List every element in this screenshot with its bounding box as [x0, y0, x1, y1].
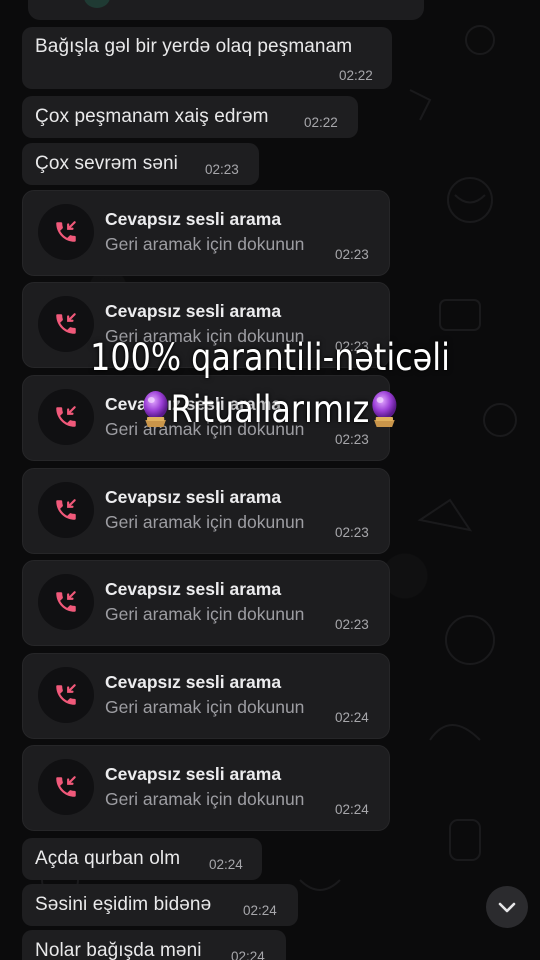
overlay-caption-line2: Rituallarımız: [38, 388, 502, 431]
message-text: Səsini eşidim bidənə: [35, 894, 212, 915]
crystal-ball-icon: [141, 390, 170, 428]
missed-call-card[interactable]: Cevapsız sesli arama Geri aramak için do…: [22, 190, 390, 276]
missed-call-subtitle: Geri aramak için dokunun: [105, 512, 305, 532]
overlay-caption-text: Rituallarımız: [170, 388, 370, 431]
missed-call-icon: [56, 499, 76, 520]
missed-call-title: Cevapsız sesli arama: [105, 209, 282, 229]
message-text: Çox peşmanam xaiş edrəm: [35, 106, 269, 127]
missed-call-icon: [56, 591, 76, 612]
missed-call-time: 02:23: [335, 432, 369, 447]
crystal-ball-icon: [369, 390, 398, 428]
message-text: Açda qurban olm: [35, 848, 181, 869]
missed-call-subtitle: Geri aramak için dokunun: [105, 789, 305, 809]
missed-call-time: 02:23: [335, 247, 369, 262]
message-time: 02:24: [209, 857, 243, 872]
scroll-to-bottom-button[interactable]: [486, 886, 528, 928]
missed-call-icon-circle: [38, 759, 94, 815]
missed-call-card[interactable]: Cevapsız sesli arama Geri aramak için do…: [22, 745, 390, 831]
message-time: 02:24: [231, 949, 265, 960]
message-bubble[interactable]: Səsini eşidim bidənə 02:24: [22, 884, 298, 926]
missed-call-icon-circle: [38, 204, 94, 260]
missed-call-card[interactable]: Cevapsız sesli arama Geri aramak için do…: [22, 653, 390, 739]
missed-call-card[interactable]: Cevapsız sesli arama Geri aramak için do…: [22, 468, 390, 554]
message-time: 02:23: [205, 162, 239, 177]
message-text: Nolar bağışda məni: [35, 940, 202, 960]
missed-call-subtitle: Geri aramak için dokunun: [105, 697, 305, 717]
chat-screen: Bağışla gəl bir yerdə olaq peşmanam 02:2…: [0, 0, 540, 960]
message-time: 02:24: [243, 903, 277, 918]
missed-call-subtitle: Geri aramak için dokunun: [105, 234, 305, 254]
missed-call-time: 02:24: [335, 802, 369, 817]
missed-call-icon-circle: [38, 482, 94, 538]
overlay-caption-line1: 100% qarantili-nəticəli: [38, 336, 502, 379]
missed-call-time: 02:23: [335, 525, 369, 540]
missed-call-icon: [56, 684, 76, 705]
missed-call-card[interactable]: Cevapsız sesli arama Geri aramak için do…: [22, 560, 390, 646]
message-bubble[interactable]: Çox peşmanam xaiş edrəm 02:22: [22, 96, 358, 138]
missed-call-icon-circle: [38, 574, 94, 630]
missed-call-title: Cevapsız sesli arama: [105, 487, 282, 507]
message-text: Bağışla gəl bir yerdə olaq peşmanam: [35, 36, 353, 57]
message-time: 02:22: [339, 68, 373, 83]
chevron-down-icon: [498, 902, 516, 913]
missed-call-title: Cevapsız sesli arama: [105, 579, 282, 599]
message-text: Çox sevrəm səni: [35, 153, 178, 174]
missed-call-icon: [56, 313, 76, 334]
missed-call-icon-circle: [38, 667, 94, 723]
missed-call-title: Cevapsız sesli arama: [105, 301, 282, 321]
message-bubble[interactable]: Nolar bağışda məni 02:24: [22, 930, 286, 960]
missed-call-title: Cevapsız sesli arama: [105, 764, 282, 784]
missed-call-icon: [56, 776, 76, 797]
missed-call-icon: [56, 221, 76, 242]
missed-call-time: 02:23: [335, 617, 369, 632]
overlay-caption-text: 100% qarantili-nəticəli: [90, 336, 450, 379]
message-bubble[interactable]: Bağışla gəl bir yerdə olaq peşmanam 02:2…: [22, 27, 392, 89]
message-bubble[interactable]: Açda qurban olm 02:24: [22, 838, 262, 880]
missed-call-subtitle: Geri aramak için dokunun: [105, 604, 305, 624]
message-bubble[interactable]: Çox sevrəm səni 02:23: [22, 143, 259, 185]
missed-call-title: Cevapsız sesli arama: [105, 672, 282, 692]
missed-call-time: 02:24: [335, 710, 369, 725]
message-time: 02:22: [304, 115, 338, 130]
